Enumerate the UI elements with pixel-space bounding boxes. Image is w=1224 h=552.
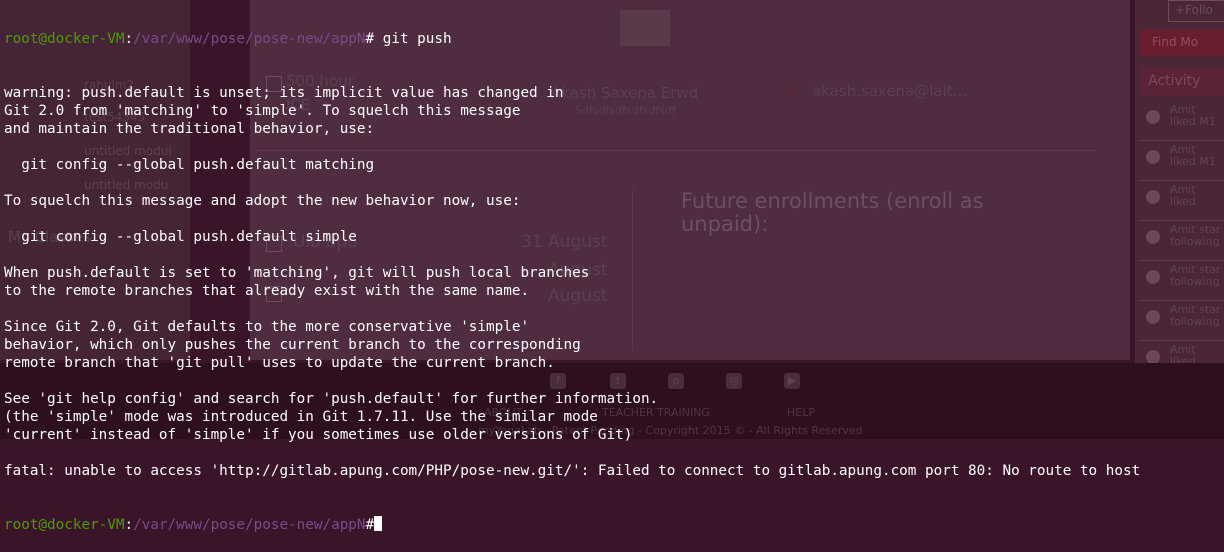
activity-item[interactable]: Amit star following xyxy=(1140,222,1224,261)
avatar xyxy=(1146,350,1160,364)
activity-item[interactable]: Amit liked xyxy=(1140,182,1224,221)
prompt-path: /var/www/pose/pose-new/appN xyxy=(133,517,366,533)
activity-title: Activity xyxy=(1148,73,1201,89)
output-line: remote branch that 'git pull' uses to up… xyxy=(4,355,555,371)
find-more-button[interactable]: Find Mo xyxy=(1140,30,1224,56)
avatar xyxy=(1146,270,1160,284)
activity-text: Amit liked M1 xyxy=(1170,103,1216,128)
activity-item[interactable]: Amit liked M1 xyxy=(1140,102,1224,141)
output-line: When push.default is set to 'matching', … xyxy=(4,265,590,281)
output-line: git config --global push.default simple xyxy=(4,229,357,245)
output-line: git config --global push.default matchin… xyxy=(4,157,375,173)
avatar xyxy=(1146,310,1160,324)
output-line: To squelch this message and adopt the ne… xyxy=(4,193,521,209)
output-line: 'current' instead of 'simple' if you som… xyxy=(4,427,633,443)
prompt-line: root@docker-VM:/var/www/pose/pose-new/ap… xyxy=(4,30,1140,48)
prompt-path: /var/www/pose/pose-new/appN xyxy=(133,31,366,47)
avatar xyxy=(1146,150,1160,164)
output-line: Since Git 2.0, Git defaults to the more … xyxy=(4,319,530,335)
prompt-user: root@docker-VM xyxy=(4,517,125,533)
activity-text: Amit star following xyxy=(1170,223,1221,248)
prompt-line-current[interactable]: root@docker-VM:/var/www/pose/pose-new/ap… xyxy=(4,516,1140,534)
output-line: Git 2.0 from 'matching' to 'simple'. To … xyxy=(4,103,521,119)
prompt-symbol: # xyxy=(365,517,375,533)
activity-text: Amit liked xyxy=(1170,183,1196,208)
prompt-separator: : xyxy=(124,517,134,533)
command-text: git push xyxy=(374,31,452,47)
avatar xyxy=(1146,110,1160,124)
output-line: behavior, which only pushes the current … xyxy=(4,337,581,353)
output-line: (the 'simple' mode was introduced in Git… xyxy=(4,409,598,425)
output-line: and maintain the traditional behavior, u… xyxy=(4,121,375,137)
activity-text: Amit star following xyxy=(1170,303,1221,328)
command-output: warning: push.default is unset; its impl… xyxy=(4,84,1140,480)
prompt-user: root@docker-VM xyxy=(4,31,125,47)
follow-button-label: +Follo xyxy=(1175,3,1213,17)
avatar xyxy=(1146,190,1160,204)
prompt-symbol: # xyxy=(365,31,375,47)
find-more-label: Find Mo xyxy=(1152,35,1199,49)
output-line: to the remote branches that already exis… xyxy=(4,283,530,299)
text-cursor xyxy=(374,516,383,531)
activity-item[interactable]: Amit star following xyxy=(1140,262,1224,301)
avatar xyxy=(1146,230,1160,244)
output-line: See 'git help config' and search for 'pu… xyxy=(4,391,659,407)
activity-header: Activity xyxy=(1140,68,1224,96)
prompt-separator: : xyxy=(124,31,134,47)
terminal-output[interactable]: root@docker-VM:/var/www/pose/pose-new/ap… xyxy=(4,0,1140,552)
activity-text: Amit liked M1 xyxy=(1170,143,1216,168)
activity-item[interactable]: Amit star following xyxy=(1140,302,1224,341)
activity-item[interactable]: Amit liked M1 xyxy=(1140,142,1224,181)
output-line: fatal: unable to access 'http://gitlab.a… xyxy=(4,463,1141,479)
follow-button[interactable]: +Follo xyxy=(1168,0,1224,22)
activity-text: Amit star following xyxy=(1170,263,1221,288)
output-line: warning: push.default is unset; its impl… xyxy=(4,85,564,101)
